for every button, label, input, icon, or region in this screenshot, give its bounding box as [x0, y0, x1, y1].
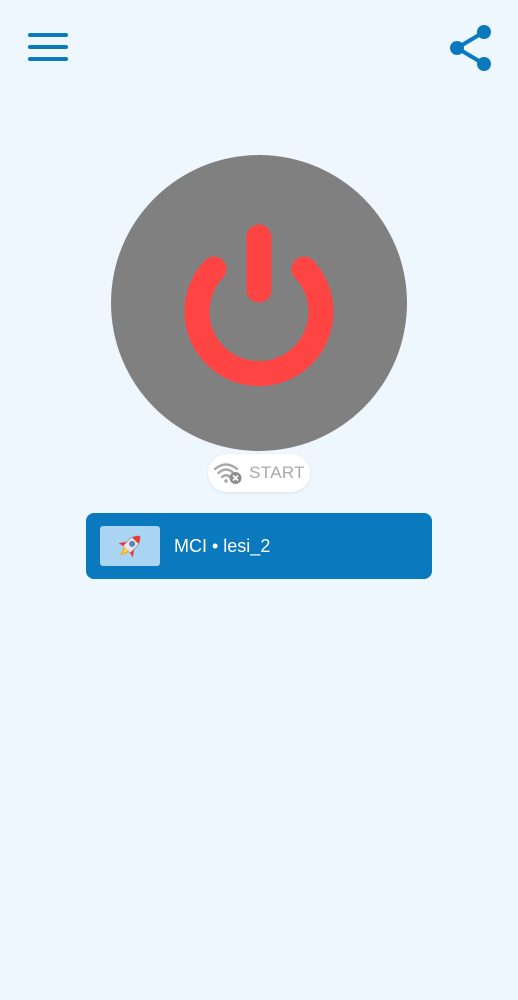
share-icon [450, 25, 491, 71]
connection-status-pill: START [208, 454, 310, 492]
share-button[interactable] [442, 22, 498, 74]
hamburger-menu-icon [28, 33, 68, 61]
server-thumbnail [100, 526, 160, 566]
wifi-off-icon [213, 463, 242, 484]
power-button[interactable] [111, 155, 407, 451]
server-label: MCI • lesi_2 [174, 535, 271, 556]
power-icon [184, 224, 334, 387]
status-label: START [249, 463, 305, 482]
rocket-icon [118, 535, 141, 558]
server-selector[interactable]: MCI • lesi_2 [86, 513, 432, 579]
menu-button[interactable] [22, 24, 74, 70]
